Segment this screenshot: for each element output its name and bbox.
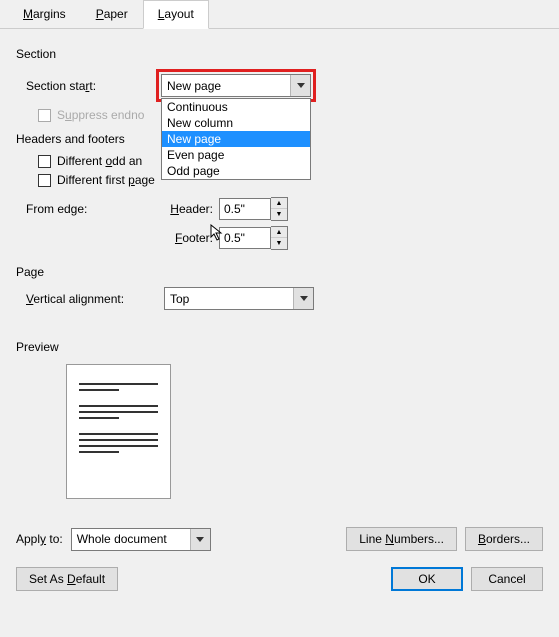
section-group-label: Section [16,47,543,61]
vertical-alignment-combo[interactable]: Top [164,287,314,310]
spin-down-icon[interactable]: ▼ [271,209,287,220]
apply-to-value: Whole document [77,532,167,546]
borders-button[interactable]: Borders... [465,527,543,551]
spin-up-icon[interactable]: ▲ [271,198,287,209]
option-new-column[interactable]: New column [162,115,310,131]
footer-label: Footer: [164,231,219,245]
page-group-label: Page [16,265,543,279]
section-start-combo[interactable]: New page [161,74,311,97]
tab-layout[interactable]: Layout [143,0,209,29]
suppress-endnotes-checkbox [38,109,51,122]
apply-to-label: Apply to: [16,532,63,546]
footer-spinner[interactable]: ▲ ▼ [271,226,288,250]
footer-input[interactable] [219,227,271,249]
ok-button[interactable]: OK [391,567,463,591]
option-odd-page[interactable]: Odd page [162,163,310,179]
tab-paper[interactable]: Paper [81,0,143,28]
set-as-default-button[interactable]: Set As Default [16,567,118,591]
spin-up-icon[interactable]: ▲ [271,227,287,238]
header-input[interactable] [219,198,271,220]
section-start-highlight: New page Continuous New column New page … [156,69,316,102]
section-start-dropdown[interactable]: Continuous New column New page Even page… [161,98,311,180]
option-new-page[interactable]: New page [162,131,310,147]
chevron-down-icon[interactable] [290,75,310,96]
line-numbers-button[interactable]: Line Numbers... [346,527,457,551]
suppress-endnotes-label: Suppress endno [57,108,144,122]
option-continuous[interactable]: Continuous [162,99,310,115]
cancel-button[interactable]: Cancel [471,567,543,591]
diff-first-page-checkbox[interactable] [38,174,51,187]
chevron-down-icon[interactable] [293,288,313,309]
vertical-alignment-label: Vertical alignment: [16,292,164,306]
diff-first-page-label: Different first page [57,173,155,187]
apply-to-combo[interactable]: Whole document [71,528,211,551]
preview-image [66,364,171,499]
chevron-down-icon[interactable] [190,529,210,550]
preview-group-label: Preview [16,340,543,354]
header-label: Header: [164,202,219,216]
diff-odd-even-checkbox[interactable] [38,155,51,168]
tab-margins[interactable]: Margins [8,0,81,28]
tab-bar: Margins Paper Layout [0,0,559,29]
diff-odd-even-label: Different odd an [57,154,142,168]
section-start-value: New page [167,79,221,93]
option-even-page[interactable]: Even page [162,147,310,163]
header-spinner[interactable]: ▲ ▼ [271,197,288,221]
spin-down-icon[interactable]: ▼ [271,238,287,249]
vertical-alignment-value: Top [170,292,189,306]
section-start-label: Section start: [16,79,156,93]
from-edge-label: From edge: [16,192,164,255]
